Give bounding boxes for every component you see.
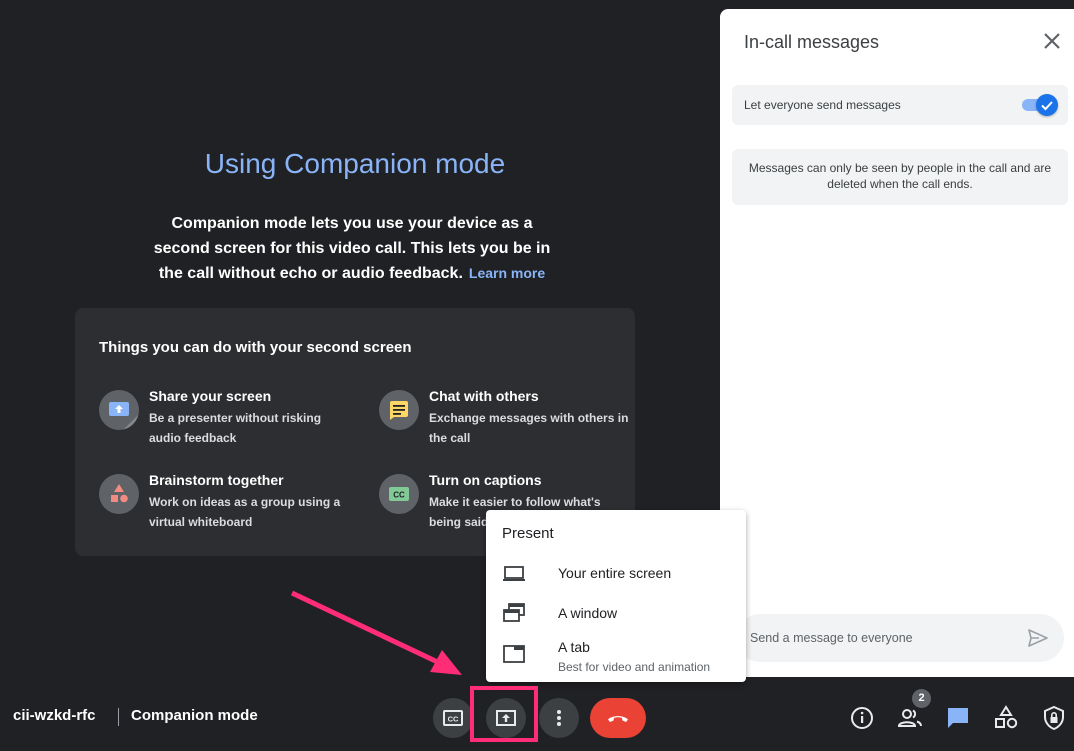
more-vert-icon	[557, 710, 561, 726]
setting-label: Let everyone send messages	[744, 98, 901, 112]
menu-item-label: A window	[558, 605, 618, 621]
chat-icon	[379, 390, 419, 430]
info-icon	[851, 707, 873, 729]
feature-title: Chat with others	[429, 388, 539, 404]
captions-icon: CC	[379, 474, 419, 514]
present-button-highlight	[470, 686, 538, 742]
menu-item-entire-screen[interactable]: Your entire screen	[486, 553, 746, 593]
message-input[interactable]	[736, 614, 1064, 662]
companion-description: Companion mode lets you use your device …	[150, 212, 554, 287]
card-title: Things you can do with your second scree…	[99, 339, 412, 356]
allow-messages-setting: Let everyone send messages	[732, 85, 1068, 125]
people-icon	[897, 709, 922, 727]
menu-item-window[interactable]: A window	[486, 593, 746, 633]
host-controls-button[interactable]	[1040, 704, 1068, 732]
page-title: Using Companion mode	[204, 148, 506, 179]
divider	[118, 708, 119, 726]
meeting-details-button[interactable]	[848, 704, 876, 732]
menu-item-label: A tab	[558, 639, 590, 655]
menu-item-tab[interactable]: A tab Best for video and animation	[486, 633, 746, 679]
allow-messages-toggle[interactable]	[1020, 94, 1058, 116]
chat-icon	[948, 708, 968, 728]
chat-button[interactable]	[944, 704, 972, 732]
in-call-messages-panel: In-call messages Let everyone send messa…	[720, 9, 1074, 677]
send-icon[interactable]	[1026, 626, 1050, 650]
participant-count-badge: 2	[912, 689, 931, 708]
menu-item-subtitle: Best for video and animation	[558, 660, 711, 674]
activities-icon	[995, 705, 1018, 729]
whiteboard-icon	[99, 474, 139, 514]
laptop-icon	[502, 561, 526, 585]
svg-text:CC: CC	[393, 491, 405, 500]
check-icon	[1041, 101, 1053, 111]
activities-button[interactable]	[992, 704, 1020, 732]
toggle-knob	[1036, 94, 1058, 116]
tab-icon	[502, 642, 526, 666]
meeting-name: Companion mode	[131, 707, 258, 724]
svg-text:CC: CC	[448, 715, 459, 724]
shield-lock-icon	[1044, 705, 1064, 731]
present-menu: Present Your entire screen A window A ta…	[486, 510, 746, 682]
people-button[interactable]	[896, 704, 924, 732]
feature-whiteboard: Brainstorm together Work on ideas as a g…	[99, 472, 349, 532]
hang-up-icon	[608, 716, 628, 722]
feature-share-screen: Share your screen Be a presenter without…	[99, 388, 349, 448]
feature-desc: Work on ideas as a group using a virtual…	[149, 495, 341, 529]
messages-notice: Messages can only be seen by people in t…	[732, 149, 1068, 205]
panel-title: In-call messages	[744, 32, 880, 52]
menu-item-label: Your entire screen	[558, 565, 672, 581]
feature-desc: Exchange messages with others in the cal…	[429, 411, 629, 445]
close-icon[interactable]	[1040, 29, 1064, 53]
learn-more-link[interactable]: Learn more	[469, 265, 545, 281]
window-icon	[502, 601, 526, 625]
feature-chat: Chat with others Exchange messages with …	[379, 388, 629, 448]
more-options-button[interactable]	[539, 698, 579, 738]
captions-icon: CC	[443, 710, 463, 726]
captions-button[interactable]: CC	[433, 698, 473, 738]
leave-call-button[interactable]	[590, 698, 646, 738]
menu-title: Present	[502, 525, 554, 542]
feature-title: Turn on captions	[429, 472, 542, 488]
feature-title: Share your screen	[149, 388, 272, 404]
meeting-code: cii-wzkd-rfc	[13, 707, 96, 724]
feature-desc: Be a presenter without risking audio fee…	[149, 411, 322, 445]
feature-title: Brainstorm together	[149, 472, 284, 488]
share-screen-icon	[99, 390, 139, 430]
